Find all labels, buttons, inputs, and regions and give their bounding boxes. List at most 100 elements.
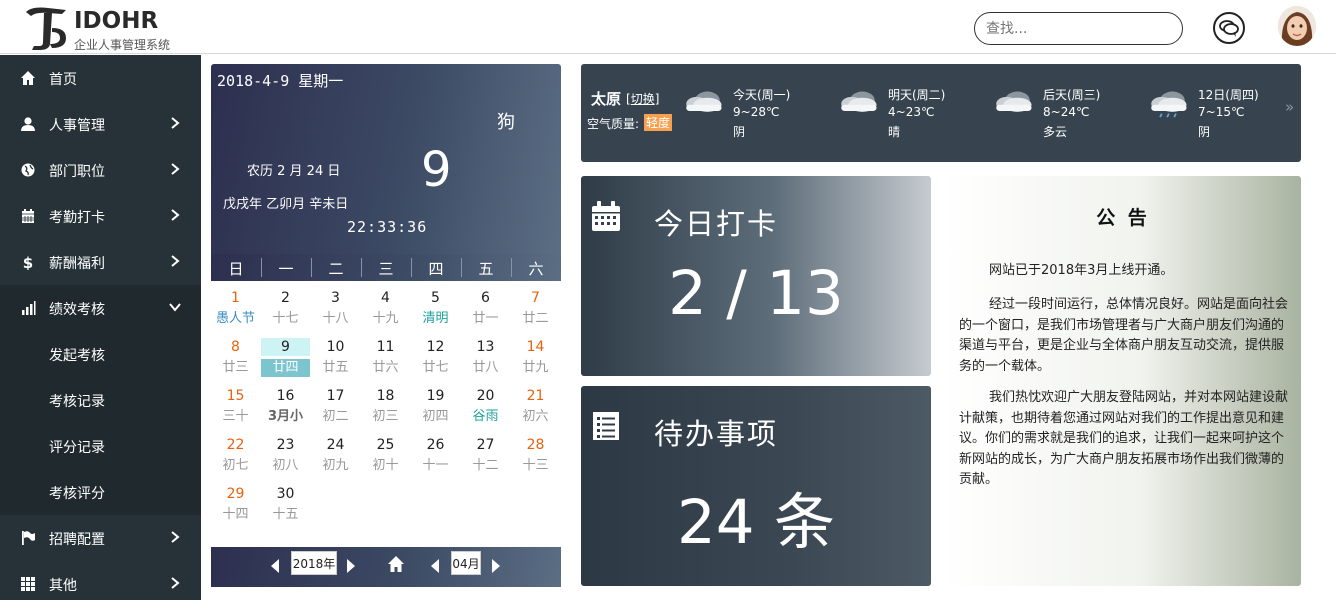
- calendar-lunar-label: 十三: [522, 458, 549, 473]
- calendar-day[interactable]: 22 初七: [211, 435, 260, 481]
- prev-year-icon[interactable]: [268, 557, 282, 575]
- calendar-day[interactable]: 20 谷雨: [461, 386, 510, 432]
- calendar-day[interactable]: 7 廿二: [511, 288, 560, 334]
- calendar-day[interactable]: 4 十九: [361, 288, 410, 334]
- sidebar-subitem-review-scoring[interactable]: 考核评分: [0, 469, 201, 515]
- sidebar-item-home[interactable]: 首页: [0, 55, 201, 101]
- calendar-day[interactable]: 10 廿五: [311, 337, 360, 383]
- calendar-lunar-label: 初七: [222, 458, 249, 473]
- calendar-day-number: 15: [226, 388, 245, 404]
- logo[interactable]: IDOHR 企业人事管理系统: [22, 4, 192, 52]
- calendar-day-number: 24: [326, 437, 345, 453]
- calendar-day-number: 20: [476, 388, 495, 404]
- calendar-weekday-header: 日 一 二 三 四 五 六: [211, 254, 561, 281]
- calendar-lunar-label: 廿四: [261, 359, 310, 377]
- calendar-day[interactable]: 24 初九: [311, 435, 360, 481]
- calendar-day[interactable]: 15 三十: [211, 386, 260, 432]
- calendar-day-number: 5: [431, 290, 440, 306]
- calendar-day[interactable]: 1 愚人节: [211, 288, 260, 334]
- calendar-day[interactable]: 3 十八: [311, 288, 360, 334]
- calendar-lunar-label: 愚人节: [215, 311, 255, 326]
- todo-title: 待办事项: [654, 417, 779, 451]
- calendar-day[interactable]: 27 十二: [461, 435, 510, 481]
- calendar-lunar-label: 十二: [472, 458, 499, 473]
- notice-panel: 公 告 网站已于2018年3月上线开通。 经过一段时间运行，总体情况良好。网站是…: [945, 176, 1301, 586]
- sidebar-subitem-start-review[interactable]: 发起考核: [0, 331, 201, 377]
- calendar-day[interactable]: 11 廿六: [361, 337, 410, 383]
- cloud-icon: [841, 91, 877, 112]
- calendar-day[interactable]: 23 初八: [261, 435, 310, 481]
- globe-icon: [21, 163, 35, 177]
- forecast-day: 12日(周四) 7~15℃ 阴: [1143, 86, 1293, 146]
- notice-title: 公 告: [1096, 207, 1150, 229]
- calendar-lunar-label: 初六: [522, 409, 549, 424]
- logo-icon: [26, 7, 66, 50]
- calendar-day-number: 27: [476, 437, 495, 453]
- chat-button[interactable]: [1213, 12, 1245, 44]
- calendar-lunar-label: 3月小: [267, 409, 304, 424]
- calendar-day[interactable]: 13 廿八: [461, 337, 510, 383]
- calendar-day[interactable]: 18 初三: [361, 386, 410, 432]
- city-switch-link[interactable]: [切换]: [626, 90, 659, 107]
- calendar-day[interactable]: 2 十七: [261, 288, 310, 334]
- todo-card[interactable]: 待办事项 24 条: [581, 386, 931, 586]
- year-select[interactable]: 2018年: [291, 551, 337, 575]
- calendar-day[interactable]: 25 初十: [361, 435, 410, 481]
- sidebar-item-label: 招聘配置: [49, 532, 105, 548]
- avatar[interactable]: [1278, 6, 1316, 46]
- search-input[interactable]: [974, 12, 1183, 45]
- calendar-lunar-label: 廿八: [472, 360, 499, 375]
- sidebar-subitem-review-records[interactable]: 考核记录: [0, 377, 201, 423]
- calendar-day-number: 16: [276, 388, 295, 404]
- calendar-day[interactable]: 30 十五: [261, 484, 310, 530]
- calendar-day-number: 11: [376, 339, 395, 355]
- calendar-day-today[interactable]: 9 廿四: [261, 337, 310, 383]
- next-month-icon[interactable]: [489, 557, 503, 575]
- sidebar-item-label: 首页: [49, 72, 77, 88]
- calendar-day[interactable]: 5 清明: [411, 288, 460, 334]
- notice-paragraph: 网站已于2018年3月上线开通。: [989, 263, 1174, 278]
- weather-city: 太原: [591, 90, 622, 108]
- calendar-day[interactable]: 12 廿七: [411, 337, 460, 383]
- sidebar-item-label: 绩效考核: [49, 302, 105, 318]
- more-forecast-button[interactable]: »: [1285, 98, 1294, 116]
- todo-count: 24 条: [676, 487, 835, 558]
- sidebar-subitem-score-records[interactable]: 评分记录: [0, 423, 201, 469]
- calendar-day[interactable]: 17 初二: [311, 386, 360, 432]
- notice-paragraph: 经过一段时间运行，总体情况良好。网站是面向社会的一个窗口，是我们市场管理者与广大…: [959, 297, 1289, 374]
- month-select[interactable]: 04月: [451, 551, 481, 575]
- calendar-day[interactable]: 6 廿一: [461, 288, 510, 334]
- calendar-day-number: 6: [481, 290, 490, 306]
- forecast-temp: 9~28℃: [733, 105, 780, 119]
- calendar-day[interactable]: 29 十四: [211, 484, 260, 530]
- grid-icon: [21, 577, 35, 591]
- chevron-down-icon: [169, 303, 181, 312]
- calendar-day[interactable]: 26 十一: [411, 435, 460, 481]
- checkin-card[interactable]: 今日打卡 2 / 13: [581, 176, 931, 376]
- calendar-day[interactable]: 16 3月小: [261, 386, 310, 432]
- sidebar-item-departments[interactable]: 部门职位: [0, 147, 201, 193]
- calendar-day[interactable]: 21 初六: [511, 386, 560, 432]
- next-year-icon[interactable]: [344, 557, 358, 575]
- calendar-day[interactable]: 14 廿九: [511, 337, 560, 383]
- calendar-lunar-label: 初四: [422, 409, 449, 424]
- sidebar-item-attendance[interactable]: 考勤打卡: [0, 193, 201, 239]
- calendar-day[interactable]: 28 十三: [511, 435, 560, 481]
- calendar-day-number: 23: [276, 437, 295, 453]
- prev-month-icon[interactable]: [428, 557, 442, 575]
- checkin-count: 2 / 13: [668, 258, 844, 329]
- sidebar-item-performance[interactable]: 绩效考核: [0, 285, 201, 331]
- sidebar-item-recruitment[interactable]: 招聘配置: [0, 515, 201, 561]
- sidebar-item-payroll[interactable]: $ 薪酬福利: [0, 239, 201, 285]
- forecast-temp: 7~15℃: [1198, 105, 1245, 119]
- calendar-lunar-label: 廿一: [472, 311, 499, 326]
- calendar-lunar-label: 初三: [372, 409, 399, 424]
- sidebar-item-personnel[interactable]: 人事管理: [0, 101, 201, 147]
- calendar-day[interactable]: 8 廿三: [211, 337, 260, 383]
- calendar-day-number: 1: [231, 290, 240, 306]
- sidebar-item-other[interactable]: 其他: [0, 561, 201, 607]
- home-icon[interactable]: [387, 555, 405, 573]
- calendar-day-number: 28: [526, 437, 545, 453]
- weekday-label: 五: [478, 260, 494, 278]
- calendar-day[interactable]: 19 初四: [411, 386, 460, 432]
